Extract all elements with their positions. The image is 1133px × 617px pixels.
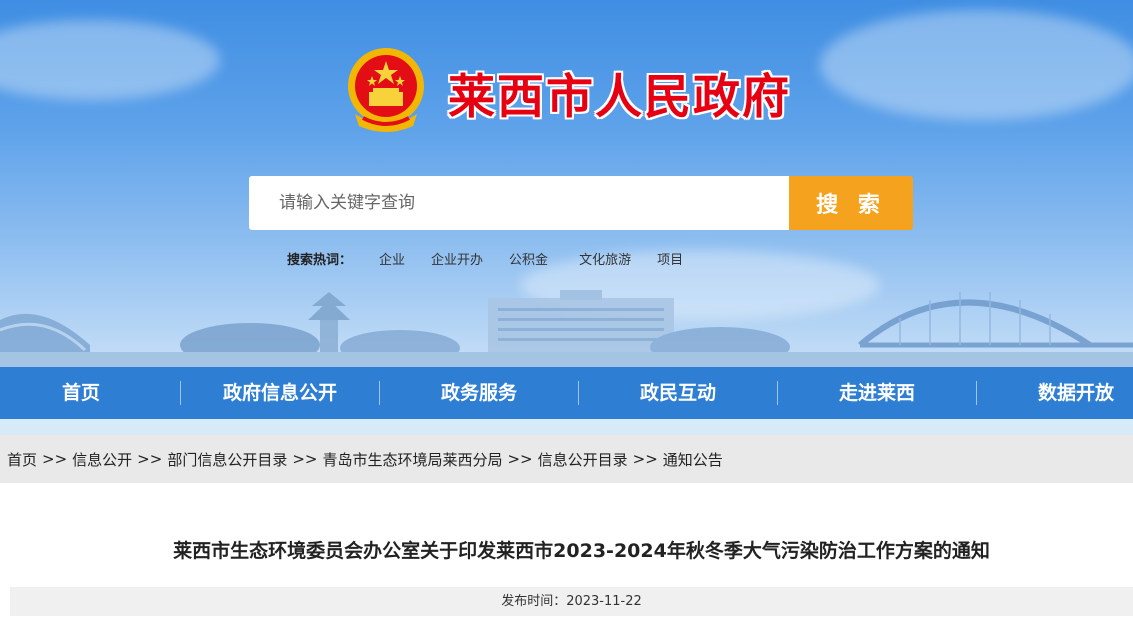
hot-search-terms: 搜索热词： 企业 企业开办 公积金 文化旅游 项目 — [287, 248, 696, 268]
site-title: 莱西市人民政府 — [448, 70, 791, 125]
nav-item-home[interactable]: 首页 — [40, 367, 122, 419]
breadcrumb-link[interactable]: 首页 — [7, 449, 37, 470]
nav-divider — [379, 381, 380, 405]
hot-term-link[interactable]: 文化旅游 — [579, 249, 631, 268]
hot-term-link[interactable]: 企业 — [379, 249, 405, 268]
nav-divider — [976, 381, 977, 405]
breadcrumb-separator: >> — [507, 450, 533, 468]
breadcrumb-link[interactable]: 部门信息公开目录 — [167, 449, 287, 470]
nav-item-open-data[interactable]: 数据开放 — [1016, 367, 1133, 419]
breadcrumb-separator: >> — [42, 450, 68, 468]
nav-divider — [578, 381, 579, 405]
publish-label: 发布时间： — [501, 594, 567, 609]
hot-term-link[interactable]: 公积金 — [509, 249, 548, 268]
breadcrumb: 首页 >> 信息公开 >> 部门信息公开目录 >> 青岛市生态环境局莱西分局 >… — [0, 435, 1133, 483]
article-title: 莱西市生态环境委员会办公室关于印发莱西市2023-2024年秋冬季大气污染防治工… — [173, 540, 990, 562]
nav-item-services[interactable]: 政务服务 — [419, 367, 539, 419]
nav-item-gov-info[interactable]: 政府信息公开 — [200, 367, 360, 419]
breadcrumb-link[interactable]: 青岛市生态环境局莱西分局 — [322, 449, 502, 470]
nav-divider — [180, 381, 181, 405]
national-emblem-icon — [348, 48, 424, 132]
breadcrumb-separator: >> — [632, 450, 658, 468]
breadcrumb-link[interactable]: 信息公开目录 — [538, 449, 628, 470]
search-input[interactable] — [249, 176, 789, 230]
publish-date: 2023-11-22 — [566, 594, 642, 609]
nav-item-interaction[interactable]: 政民互动 — [618, 367, 738, 419]
main-nav: 首页 政府信息公开 政务服务 政民互动 走进莱西 数据开放 — [0, 367, 1133, 419]
nav-bottom-strip — [0, 419, 1133, 435]
breadcrumb-separator: >> — [292, 450, 318, 468]
hot-term-link[interactable]: 企业开办 — [431, 249, 483, 268]
search-button[interactable]: 搜 索 — [789, 176, 913, 230]
header-banner: 莱西市人民政府 搜 索 搜索热词： 企业 企业开办 公积金 文化旅游 项目 — [0, 0, 1133, 367]
breadcrumb-link[interactable]: 通知公告 — [663, 449, 723, 470]
nav-divider — [777, 381, 778, 405]
breadcrumb-separator: >> — [137, 450, 163, 468]
breadcrumb-link[interactable]: 信息公开 — [72, 449, 132, 470]
article-meta: 发布时间：2023-11-22 — [10, 587, 1133, 616]
hot-search-label: 搜索热词： — [287, 252, 353, 268]
nav-item-about-laixi[interactable]: 走进莱西 — [817, 367, 937, 419]
hot-term-link[interactable]: 项目 — [657, 249, 683, 268]
